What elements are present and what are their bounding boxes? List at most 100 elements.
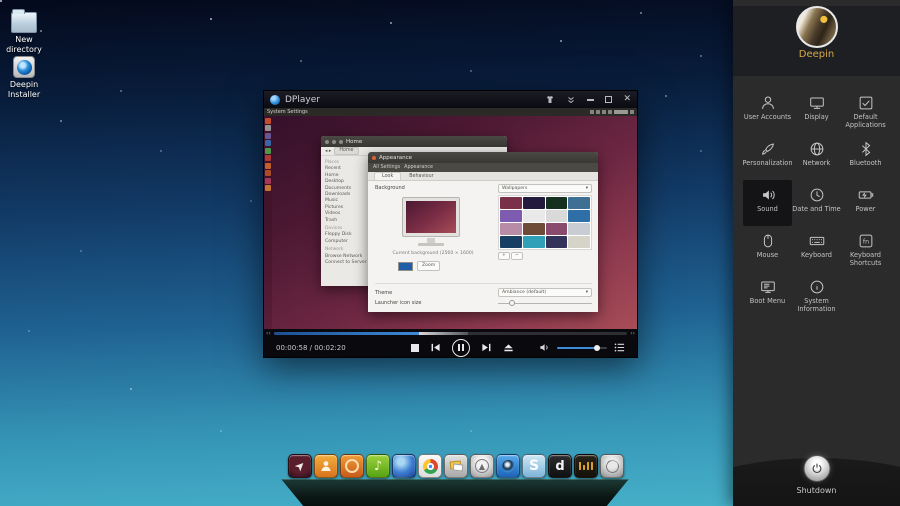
sidebar-item-display[interactable]: Display	[792, 88, 841, 134]
clock-icon	[808, 185, 826, 204]
color-swatch	[265, 140, 271, 146]
sidebar-item-keyboard-shortcuts[interactable]: fn Keyboard Shortcuts	[841, 226, 890, 272]
camera-lens-icon[interactable]	[496, 454, 520, 478]
bluetooth-icon	[857, 139, 875, 158]
user-app-icon[interactable]	[314, 454, 338, 478]
sidebar-item-network[interactable]: Network	[792, 134, 841, 180]
ubuntu-menu-title: System Settings	[267, 109, 308, 115]
skin-shirt-icon[interactable]	[545, 95, 555, 105]
wallpaper-grid	[498, 195, 592, 250]
gold-segments-app-icon[interactable]	[574, 454, 598, 478]
minimize-icon[interactable]	[587, 98, 595, 101]
files-sidebar: Places Recent Home Desktop Documents Downloa…	[321, 156, 373, 286]
user-accounts-icon	[759, 93, 777, 112]
color-swatch	[500, 223, 522, 235]
rocket-icon[interactable]: ➤	[288, 454, 312, 478]
chevron-double-down-icon[interactable]	[566, 95, 576, 105]
location-crumb: Home	[334, 147, 359, 155]
current-background-caption: Current background (2560 × 1600)	[392, 251, 474, 256]
color-swatch	[500, 236, 522, 248]
color-swatch	[522, 197, 545, 209]
sidebar-item-boot-menu[interactable]: Boot Menu	[743, 272, 792, 318]
remove-wallpaper-button: −	[510, 252, 523, 260]
desktop-icon-label: Deepin Installer	[7, 80, 41, 99]
sidebar-item-personalization[interactable]: Personalization	[743, 134, 793, 180]
shutdown-label: Shutdown	[796, 486, 837, 495]
desktop-icon-label: New directory	[6, 35, 42, 54]
seek-back-arrows[interactable]: ‹‹	[266, 330, 271, 337]
appearance-tabs: Look Behaviour	[368, 172, 598, 181]
sidebar-item-system-information[interactable]: System Information	[792, 272, 841, 318]
monitor-preview	[402, 197, 460, 237]
playlist-icon[interactable]	[614, 338, 625, 357]
monitor-base	[418, 243, 444, 246]
deepin-music-icon[interactable]: d	[548, 454, 572, 478]
desktop-icon-new-directory[interactable]: New directory	[0, 9, 48, 55]
stop-button[interactable]	[411, 343, 419, 352]
video-frame[interactable]: System Settings Home ◂ ▸ Home Places Rec…	[264, 108, 637, 331]
dplayer-app-icon	[270, 94, 280, 105]
chrome-icon[interactable]	[418, 454, 442, 478]
tab-behaviour: Behaviour	[409, 174, 434, 179]
sidebar-item-keyboard[interactable]: Keyboard	[792, 226, 841, 272]
next-button[interactable]	[481, 338, 492, 357]
sidebar-item-sound[interactable]: Sound	[743, 180, 792, 226]
volume-icon[interactable]	[539, 338, 550, 357]
control-center-icon[interactable]	[600, 454, 624, 478]
close-dot-icon	[372, 155, 376, 160]
eject-button[interactable]	[503, 338, 514, 357]
wallpapers-dropdown: Wallpapers ▾	[498, 184, 592, 193]
desktop: New directory Deepin Installer DPlayer ✕	[0, 0, 900, 506]
close-icon[interactable]: ✕	[623, 95, 631, 104]
boot-menu-icon	[759, 277, 777, 296]
globe-browser-icon[interactable]	[392, 454, 416, 478]
sidebar-item-user-accounts[interactable]: User Accounts	[743, 88, 792, 134]
appearance-window-title: Appearance	[379, 154, 413, 161]
ubuntu-appearance-window: Appearance All Settings Appearance Look …	[368, 152, 598, 312]
music-note-icon[interactable]: ♪	[366, 454, 390, 478]
zoom-dropdown: Zoom	[417, 261, 441, 271]
settings-grid: User Accounts Display Default Applicatio…	[733, 88, 900, 318]
color-swatch	[522, 236, 545, 248]
color-swatch	[545, 197, 568, 209]
nav-all-settings: All Settings	[373, 165, 401, 170]
dplayer-window: DPlayer ✕ System Settings Home ◂ ▸ Home …	[263, 90, 638, 358]
sidebar-item-mouse[interactable]: Mouse	[743, 226, 792, 272]
files-sidebar-item: Connect to Server	[325, 260, 367, 266]
files-sidebar-item: Computer	[325, 238, 348, 244]
progress-buffer	[418, 332, 469, 335]
time-display: 00:00:58 / 00:02:20	[276, 343, 346, 352]
mouse-icon	[759, 231, 777, 250]
color-swatch	[398, 261, 413, 271]
app-store-icon[interactable]: ▲	[470, 454, 494, 478]
color-swatch	[500, 197, 522, 209]
progress-bar[interactable]	[274, 332, 627, 335]
add-wallpaper-button: +	[498, 252, 510, 260]
maximize-icon[interactable]	[605, 96, 613, 103]
files-sidebar-item: Trash	[325, 217, 338, 223]
sidebar-item-bluetooth[interactable]: Bluetooth	[841, 134, 890, 180]
background-label: Background	[375, 185, 405, 191]
sidebar-item-date-and-time[interactable]: Date and Time	[792, 180, 841, 226]
titlebar[interactable]: DPlayer ✕	[264, 91, 637, 108]
previous-button[interactable]	[430, 338, 441, 357]
game-center-icon[interactable]	[340, 454, 364, 478]
star-field	[0, 0, 2, 2]
user-avatar[interactable]	[795, 6, 838, 48]
personalization-icon	[759, 139, 777, 158]
desktop-icon-deepin-installer[interactable]: Deepin Installer	[0, 56, 48, 100]
software-center-icon[interactable]: S	[522, 454, 546, 478]
volume-slider[interactable]	[557, 344, 607, 352]
color-swatch	[265, 117, 271, 124]
keyboard-icon	[808, 231, 826, 250]
folder-icon	[11, 9, 37, 33]
photos-icon[interactable]	[444, 454, 468, 478]
ubuntu-files-titlebar: Home	[321, 136, 507, 147]
shutdown-button[interactable]	[803, 455, 830, 482]
sidebar-item-power[interactable]: Power	[841, 180, 890, 226]
control-center-panel: Deepin User Accounts Display Default App…	[733, 0, 900, 506]
color-swatch	[522, 210, 545, 222]
pause-button[interactable]	[452, 338, 470, 357]
seek-forward-arrows[interactable]: ››	[630, 330, 635, 337]
sidebar-item-default-applications[interactable]: Default Applications	[841, 88, 890, 134]
